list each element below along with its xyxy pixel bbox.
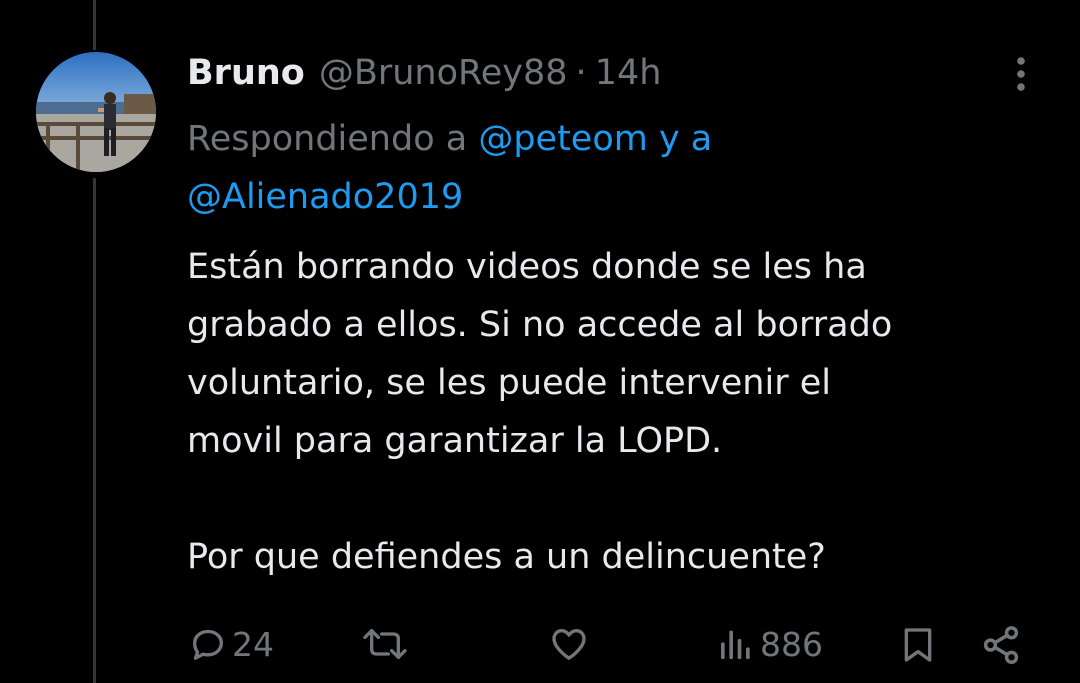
tweet-text-line: grabado a ellos. Si no accede al borrado — [187, 305, 893, 345]
author-handle[interactable]: @BrunoRey88 — [319, 53, 568, 93]
tweet-text-line: Están borrando videos donde se les ha — [187, 247, 867, 287]
reply-icon — [193, 629, 223, 660]
heart-icon — [552, 629, 586, 660]
replying-to: Respondiendo a @peteom y a @Alienado2019 — [187, 110, 1047, 226]
mention-link-1[interactable]: @peteom — [478, 119, 648, 159]
retweet-icon — [363, 629, 407, 659]
views-button[interactable]: 886 — [716, 624, 823, 664]
reply-button[interactable]: 24 — [188, 624, 274, 664]
mention-link-2[interactable]: @Alienado2019 — [187, 177, 463, 217]
bookmark-icon — [904, 628, 932, 662]
thread-line-bottom — [93, 178, 96, 683]
reply-prefix: Respondiendo a — [187, 119, 479, 159]
views-icon — [721, 630, 750, 659]
tweet-text-line: voluntario, se les puede intervenir el — [187, 363, 831, 403]
separator-dot: · — [575, 53, 587, 93]
more-options-button[interactable] — [1004, 52, 1038, 96]
tweet-text-line: movil para garantizar la LOPD. — [187, 421, 723, 461]
avatar[interactable] — [36, 52, 156, 172]
thread-line-top — [93, 0, 96, 50]
views-count: 886 — [760, 624, 823, 664]
tweet-header: Bruno @BrunoRey88 · 14h — [187, 48, 661, 98]
share-icon — [983, 626, 1019, 664]
retweet-button[interactable] — [358, 624, 412, 664]
timestamp[interactable]: 14h — [595, 53, 662, 93]
reply-joiner: y a — [647, 119, 713, 159]
tweet-text-last: Por que defiendes a un delincuente? — [187, 537, 826, 577]
like-button[interactable] — [549, 624, 589, 664]
tweet-body: Están borrando videos donde se les ha gr… — [187, 238, 1047, 586]
author-name[interactable]: Bruno — [187, 53, 305, 93]
bookmark-button[interactable] — [898, 624, 938, 666]
reply-count: 24 — [232, 624, 274, 664]
share-button[interactable] — [980, 624, 1022, 666]
more-vertical-icon — [1017, 57, 1025, 91]
